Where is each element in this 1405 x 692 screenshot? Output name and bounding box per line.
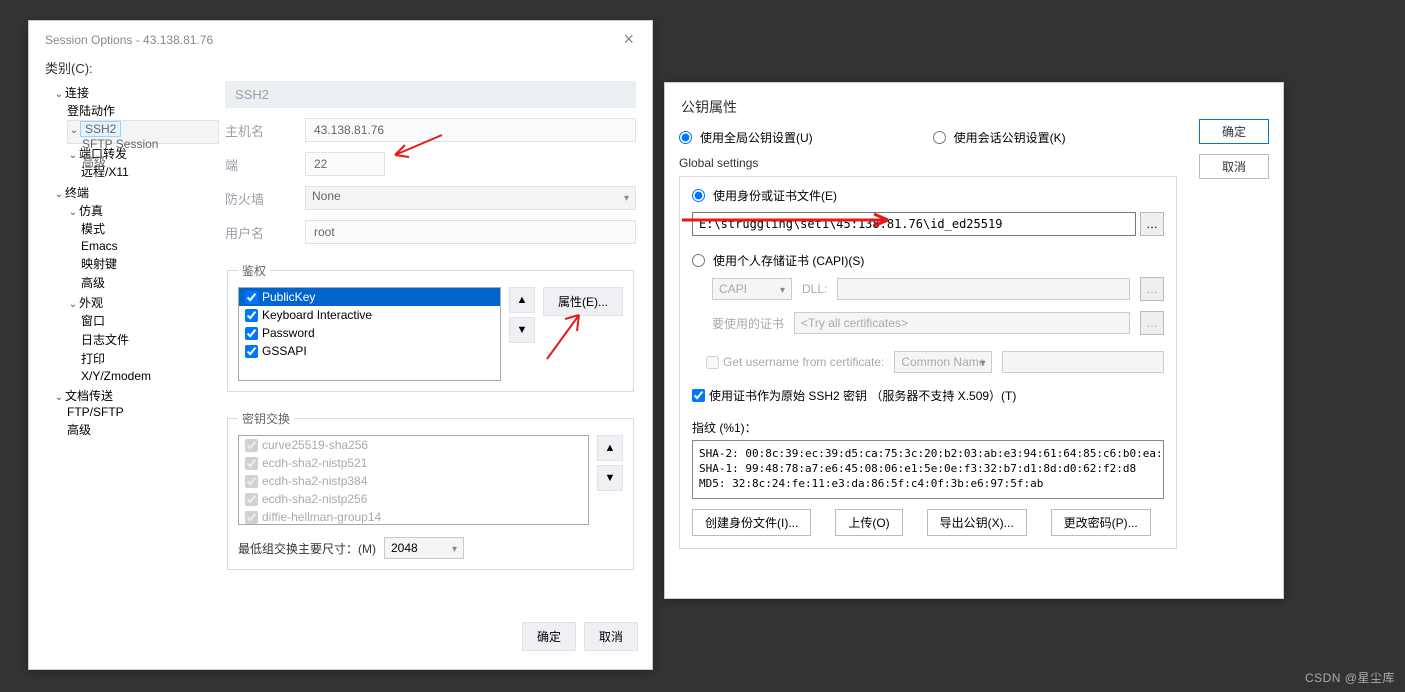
- upload-button[interactable]: 上传(O): [835, 509, 902, 536]
- firewall-select[interactable]: None▾: [305, 186, 636, 210]
- ssh2-form: SSH2 主机名 端 防火墙None▾ 用户名 鉴权 PublicKey Key…: [219, 81, 636, 570]
- raw-key-checkbox[interactable]: 使用证书作为原始 SSH2 密钥 （服务器不支持 X.509）(T): [692, 387, 1016, 404]
- radio-identity-file[interactable]: 使用身份或证书文件(E): [692, 187, 1164, 204]
- window-title: Session Options - 43.138.81.76: [45, 33, 213, 47]
- list-item: ecdh-sha2-nistp521: [239, 454, 588, 472]
- ok-button[interactable]: 确定: [1199, 119, 1269, 144]
- close-icon[interactable]: ×: [617, 29, 640, 50]
- host-label: 主机名: [225, 121, 305, 140]
- username-input: [1002, 351, 1164, 373]
- cancel-button[interactable]: 取消: [1199, 154, 1269, 179]
- auth-item-gssapi[interactable]: GSSAPI: [239, 342, 500, 360]
- category-tree[interactable]: ⌄连接 登陆动作 ⌄SSH2 SFTP Session高级 ⌄端口转发 远程/X…: [39, 81, 219, 570]
- dll-input: [837, 278, 1130, 300]
- auth-legend: 鉴权: [238, 262, 270, 279]
- auth-fieldset: 鉴权 PublicKey Keyboard Interactive Passwo…: [227, 262, 634, 392]
- port-label: 端: [225, 155, 305, 174]
- watermark: CSDN @星尘库: [1305, 669, 1395, 686]
- user-input[interactable]: [305, 220, 636, 244]
- kex-legend: 密钥交换: [238, 410, 294, 427]
- host-input[interactable]: [305, 118, 636, 142]
- chevron-down-icon: ▾: [452, 544, 457, 555]
- radio-capi[interactable]: 使用个人存储证书 (CAPI)(S): [692, 252, 1164, 269]
- cert-select: <Try all certificates>: [794, 312, 1130, 334]
- radio-global-settings[interactable]: 使用全局公钥设置(U): [679, 129, 813, 146]
- capi-select: CAPI▾: [712, 278, 792, 300]
- kex-listbox[interactable]: curve25519-sha256 ecdh-sha2-nistp521 ecd…: [238, 435, 589, 525]
- min-size-label: 最低组交换主要尺寸：(M): [238, 540, 376, 557]
- fingerprint-box[interactable]: SHA-2: 00:8c:39:ec:39:d5:ca:75:3c:20:b2:…: [692, 440, 1164, 499]
- move-up-button[interactable]: ▲: [509, 287, 535, 313]
- move-down-button[interactable]: ▼: [509, 317, 535, 343]
- dll-label: DLL:: [802, 282, 827, 296]
- browse-button[interactable]: …: [1140, 212, 1164, 236]
- identity-file-input[interactable]: [692, 212, 1136, 236]
- list-item: ecdh-sha2-nistp384: [239, 472, 588, 490]
- chevron-down-icon: ▾: [624, 193, 629, 204]
- fingerprint-label: 指纹 (%1)：: [692, 419, 1164, 436]
- chevron-down-icon[interactable]: ⌄: [68, 125, 80, 136]
- browse-dll-button: …: [1140, 277, 1164, 301]
- kex-fieldset: 密钥交换 curve25519-sha256 ecdh-sha2-nistp52…: [227, 410, 634, 570]
- move-down-button[interactable]: ▼: [597, 465, 623, 491]
- username-field-select: Common Name▾: [894, 351, 992, 373]
- min-size-select[interactable]: 2048▾: [384, 537, 464, 559]
- user-label: 用户名: [225, 223, 305, 242]
- move-up-button[interactable]: ▲: [597, 435, 623, 461]
- ok-button[interactable]: 确定: [522, 622, 576, 651]
- tree-item-ssh2[interactable]: ⌄SSH2 SFTP Session高级: [67, 120, 219, 144]
- port-input[interactable]: [305, 152, 385, 176]
- group-title: Global settings: [679, 156, 1269, 170]
- section-header: SSH2: [225, 81, 636, 108]
- get-username-checkbox: Get username from certificate:: [706, 355, 884, 369]
- browse-cert-button: …: [1140, 311, 1164, 335]
- global-settings-group: 使用身份或证书文件(E) … 使用个人存储证书 (CAPI)(S) CAPI▾ …: [679, 176, 1177, 549]
- cert-label: 要使用的证书: [712, 315, 784, 332]
- titlebar: Session Options - 43.138.81.76 ×: [29, 21, 652, 58]
- category-label: 类别(C):: [29, 58, 652, 81]
- chevron-down-icon: ▾: [980, 358, 985, 369]
- chevron-down-icon[interactable]: ⌄: [53, 189, 65, 200]
- properties-button[interactable]: 属性(E)...: [543, 287, 623, 316]
- list-item: ecdh-sha2-nistp256: [239, 490, 588, 508]
- auth-item-keyboard[interactable]: Keyboard Interactive: [239, 306, 500, 324]
- dialog-title: 公钥属性: [679, 93, 1269, 129]
- chevron-down-icon[interactable]: ⌄: [67, 299, 79, 310]
- auth-item-password[interactable]: Password: [239, 324, 500, 342]
- auth-listbox[interactable]: PublicKey Keyboard Interactive Password …: [238, 287, 501, 381]
- create-identity-button[interactable]: 创建身份文件(I)...: [692, 509, 811, 536]
- list-item: curve25519-sha256: [239, 436, 588, 454]
- chevron-down-icon[interactable]: ⌄: [53, 89, 65, 100]
- radio-session-settings[interactable]: 使用会话公钥设置(K): [933, 129, 1066, 146]
- cancel-button[interactable]: 取消: [584, 622, 638, 651]
- change-password-button[interactable]: 更改密码(P)...: [1051, 509, 1151, 536]
- firewall-label: 防火墙: [225, 189, 305, 208]
- chevron-down-icon[interactable]: ⌄: [67, 207, 79, 218]
- chevron-down-icon: ▾: [780, 285, 785, 296]
- auth-item-publickey[interactable]: PublicKey: [239, 288, 500, 306]
- chevron-down-icon[interactable]: ⌄: [53, 392, 65, 403]
- session-options-window: Session Options - 43.138.81.76 × 类别(C): …: [28, 20, 653, 670]
- annotation-arrow-icon: [539, 309, 589, 364]
- publickey-properties-window: 公钥属性 确定 取消 使用全局公钥设置(U) 使用会话公钥设置(K) Globa…: [664, 82, 1284, 599]
- export-pubkey-button[interactable]: 导出公钥(X)...: [927, 509, 1027, 536]
- list-item: diffie-hellman-group14: [239, 508, 588, 526]
